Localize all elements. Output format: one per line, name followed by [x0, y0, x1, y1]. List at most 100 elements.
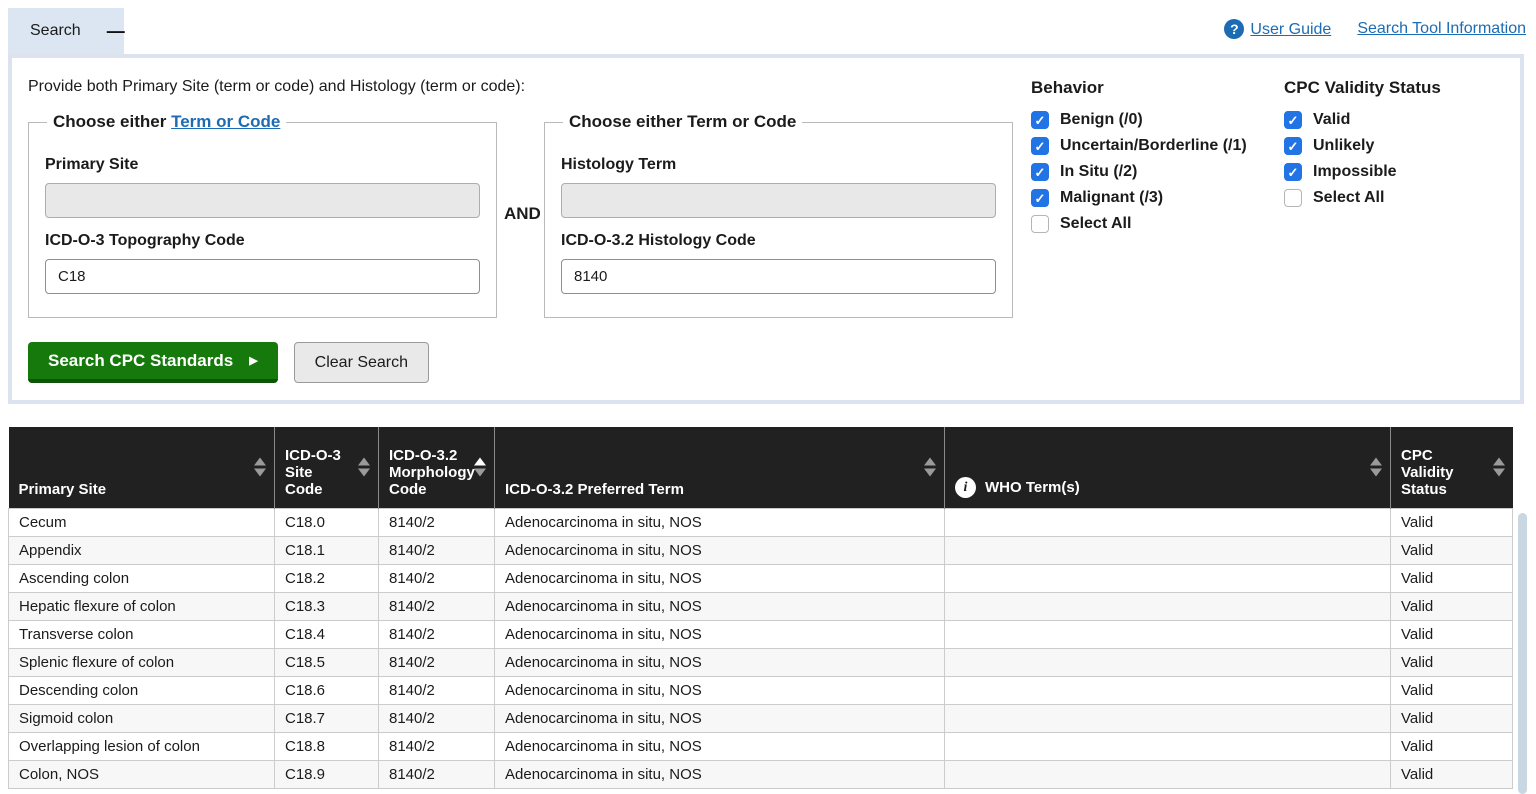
cell-validity-status: Valid: [1391, 592, 1513, 620]
cell-who-terms: [945, 508, 1391, 536]
cell-validity-status: Valid: [1391, 648, 1513, 676]
table-row[interactable]: Splenic flexure of colon C18.5 8140/2 Ad…: [9, 648, 1513, 676]
histology-fieldset: Choose either Term or Code Histology Ter…: [544, 112, 1013, 318]
column-header-who-terms[interactable]: iWHO Term(s): [945, 427, 1391, 508]
table-row[interactable]: Appendix C18.1 8140/2 Adenocarcinoma in …: [9, 536, 1513, 564]
behavior-uncertain-borderline-checkbox[interactable]: ✓ Uncertain/Borderline (/1): [1031, 137, 1247, 155]
behavior-in-situ-checkbox[interactable]: ✓ In Situ (/2): [1031, 163, 1247, 181]
column-header-primary-site[interactable]: Primary Site: [9, 427, 275, 508]
column-header-icdo32-preferred-term[interactable]: ICD-O-3.2 Preferred Term: [495, 427, 945, 508]
cell-primary-site: Ascending colon: [9, 564, 275, 592]
user-guide-link[interactable]: ? User Guide: [1224, 19, 1331, 39]
info-icon[interactable]: i: [955, 477, 976, 498]
sort-icons: [254, 458, 266, 477]
histology-term-input[interactable]: [561, 183, 996, 218]
results-table: Primary Site ICD-O-3 Site Code ICD-O-3.2…: [8, 427, 1512, 789]
cell-who-terms: [945, 648, 1391, 676]
right-arrow-icon: ▶: [249, 354, 257, 367]
column-header-cpc-validity-status[interactable]: CPC Validity Status: [1391, 427, 1513, 508]
cell-preferred-term: Adenocarcinoma in situ, NOS: [495, 564, 945, 592]
table-row[interactable]: Colon, NOS C18.9 8140/2 Adenocarcinoma i…: [9, 760, 1513, 788]
checkbox-icon[interactable]: ✓: [1284, 163, 1302, 181]
and-label: AND: [504, 204, 541, 224]
validity-impossible-checkbox[interactable]: ✓ Impossible: [1284, 163, 1441, 181]
cell-validity-status: Valid: [1391, 704, 1513, 732]
checkbox-icon[interactable]: ✓: [1031, 163, 1049, 181]
cell-morphology-code: 8140/2: [379, 648, 495, 676]
histology-code-label: ICD-O-3.2 Histology Code: [561, 232, 996, 250]
vertical-scrollbar-thumb[interactable]: [1518, 513, 1527, 794]
cell-primary-site: Hepatic flexure of colon: [9, 592, 275, 620]
question-icon: ?: [1224, 19, 1244, 39]
cell-morphology-code: 8140/2: [379, 760, 495, 788]
validity-valid-checkbox[interactable]: ✓ Valid: [1284, 111, 1441, 129]
behavior-benign-checkbox[interactable]: ✓ Benign (/0): [1031, 111, 1247, 129]
cell-preferred-term: Adenocarcinoma in situ, NOS: [495, 760, 945, 788]
sort-icons: [1493, 458, 1505, 477]
table-header-row: Primary Site ICD-O-3 Site Code ICD-O-3.2…: [9, 427, 1513, 508]
behavior-group: Behavior ✓ Benign (/0) ✓ Uncertain/Borde…: [1031, 78, 1247, 241]
validity-unlikely-checkbox[interactable]: ✓ Unlikely: [1284, 137, 1441, 155]
cell-morphology-code: 8140/2: [379, 620, 495, 648]
cell-validity-status: Valid: [1391, 732, 1513, 760]
collapse-icon[interactable]: —: [107, 26, 125, 36]
cell-preferred-term: Adenocarcinoma in situ, NOS: [495, 648, 945, 676]
checkbox-icon[interactable]: [1031, 215, 1049, 233]
search-panel-tab[interactable]: Search —: [8, 8, 124, 54]
cell-primary-site: Sigmoid colon: [9, 704, 275, 732]
column-header-icdo3-site-code[interactable]: ICD-O-3 Site Code: [275, 427, 379, 508]
histology-term-label: Histology Term: [561, 156, 996, 174]
term-or-code-link[interactable]: Term or Code: [171, 112, 280, 131]
validity-select-all-checkbox[interactable]: Select All: [1284, 189, 1441, 207]
behavior-title: Behavior: [1031, 78, 1247, 98]
user-guide-label: User Guide: [1250, 21, 1331, 38]
cell-preferred-term: Adenocarcinoma in situ, NOS: [495, 592, 945, 620]
clear-search-button[interactable]: Clear Search: [294, 342, 429, 383]
cell-who-terms: [945, 564, 1391, 592]
cell-site-code: C18.7: [275, 704, 379, 732]
cell-site-code: C18.3: [275, 592, 379, 620]
cell-morphology-code: 8140/2: [379, 564, 495, 592]
primary-site-input[interactable]: [45, 183, 480, 218]
table-row[interactable]: Transverse colon C18.4 8140/2 Adenocarci…: [9, 620, 1513, 648]
cell-primary-site: Transverse colon: [9, 620, 275, 648]
sort-icons: [1370, 458, 1382, 477]
checkbox-icon[interactable]: ✓: [1284, 137, 1302, 155]
cell-primary-site: Overlapping lesion of colon: [9, 732, 275, 760]
cell-who-terms: [945, 704, 1391, 732]
cell-morphology-code: 8140/2: [379, 592, 495, 620]
checkbox-icon[interactable]: ✓: [1031, 137, 1049, 155]
sort-icons: [358, 458, 370, 477]
column-header-icdo32-morphology-code[interactable]: ICD-O-3.2 Morphology Code: [379, 427, 495, 508]
cell-who-terms: [945, 536, 1391, 564]
table-row[interactable]: Overlapping lesion of colon C18.8 8140/2…: [9, 732, 1513, 760]
topography-code-input[interactable]: [45, 259, 480, 294]
cell-preferred-term: Adenocarcinoma in situ, NOS: [495, 676, 945, 704]
primary-site-fieldset: Choose either Term or Code Primary Site …: [28, 112, 497, 318]
checkbox-icon[interactable]: ✓: [1284, 111, 1302, 129]
table-row[interactable]: Hepatic flexure of colon C18.3 8140/2 Ad…: [9, 592, 1513, 620]
cell-morphology-code: 8140/2: [379, 704, 495, 732]
histology-code-input[interactable]: [561, 259, 996, 294]
cell-site-code: C18.8: [275, 732, 379, 760]
search-panel: Provide both Primary Site (term or code)…: [8, 54, 1524, 404]
search-cpc-standards-button[interactable]: Search CPC Standards ▶: [28, 342, 278, 383]
table-row[interactable]: Cecum C18.0 8140/2 Adenocarcinoma in sit…: [9, 508, 1513, 536]
checkbox-icon[interactable]: ✓: [1031, 111, 1049, 129]
behavior-malignant-checkbox[interactable]: ✓ Malignant (/3): [1031, 189, 1247, 207]
table-row[interactable]: Ascending colon C18.2 8140/2 Adenocarcin…: [9, 564, 1513, 592]
sort-icons: [474, 458, 486, 477]
behavior-select-all-checkbox[interactable]: Select All: [1031, 215, 1247, 233]
search-tool-information-link[interactable]: Search Tool Information: [1357, 20, 1526, 38]
cell-validity-status: Valid: [1391, 564, 1513, 592]
instruction-text: Provide both Primary Site (term or code)…: [28, 78, 525, 96]
table-row[interactable]: Descending colon C18.6 8140/2 Adenocarci…: [9, 676, 1513, 704]
cell-site-code: C18.0: [275, 508, 379, 536]
checkbox-icon[interactable]: [1284, 189, 1302, 207]
cell-validity-status: Valid: [1391, 760, 1513, 788]
cell-preferred-term: Adenocarcinoma in situ, NOS: [495, 508, 945, 536]
button-row: Search CPC Standards ▶ Clear Search: [28, 342, 429, 383]
table-row[interactable]: Sigmoid colon C18.7 8140/2 Adenocarcinom…: [9, 704, 1513, 732]
checkbox-icon[interactable]: ✓: [1031, 189, 1049, 207]
cell-morphology-code: 8140/2: [379, 676, 495, 704]
